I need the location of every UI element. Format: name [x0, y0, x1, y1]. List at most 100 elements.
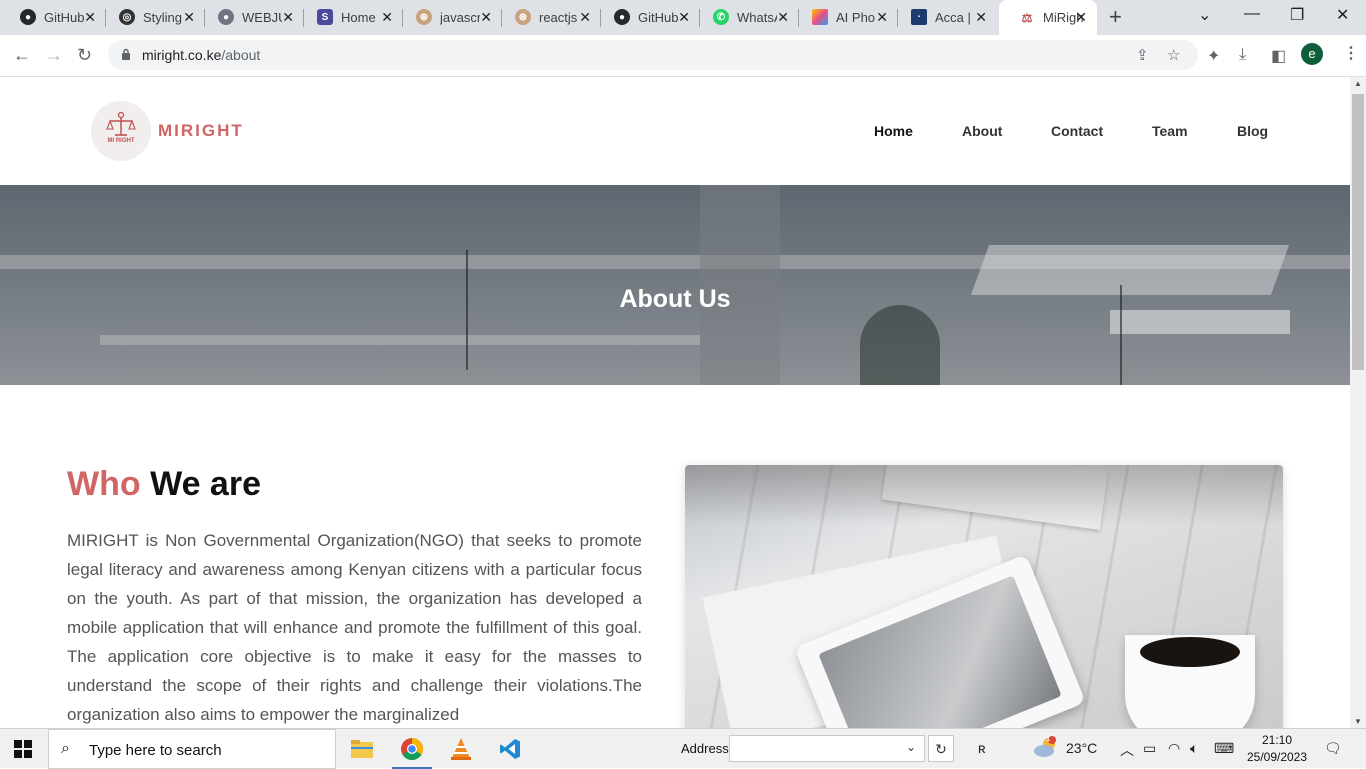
nav-home[interactable]: Home: [874, 123, 913, 139]
close-icon[interactable]: ✕: [1075, 9, 1087, 25]
url-host: miright.co.ke: [142, 47, 222, 63]
profile-avatar[interactable]: e: [1301, 43, 1323, 65]
site-logo[interactable]: MI RIGHT: [91, 101, 151, 161]
window-close-icon[interactable]: ✕: [1336, 5, 1349, 25]
close-icon[interactable]: ✕: [876, 9, 888, 25]
styling-icon: ◎: [119, 9, 135, 25]
notifications-icon[interactable]: 🗨︎: [1324, 740, 1342, 757]
windows-taskbar: ⌕ Type here to search Address ⌄ ↻ ʀ 1 23…: [0, 728, 1366, 769]
weather-temp[interactable]: 23°C: [1066, 740, 1097, 756]
logo-caption: MI RIGHT: [107, 138, 135, 144]
tab-title: Acca |: [935, 9, 971, 25]
chevron-down-icon[interactable]: ⌄: [906, 740, 916, 754]
address-bar[interactable]: miright.co.ke/about ⇪ ☆: [108, 40, 1198, 70]
stack-icon: ⊛: [515, 9, 531, 25]
tab-1[interactable]: ◎ Styling ✕: [99, 0, 205, 34]
nav-about[interactable]: About: [962, 123, 1002, 139]
browser-toolbar: ← → ↻ miright.co.ke/about ⇪ ☆ ✦ ⤓ ◧ e ⋮: [0, 35, 1366, 77]
close-icon[interactable]: ✕: [282, 9, 294, 25]
volume-icon[interactable]: 🔈︎: [1190, 740, 1198, 757]
site-header: MI RIGHT MIRIGHT Home About Contact Team…: [0, 77, 1350, 185]
scroll-down-icon[interactable]: ▼: [1354, 717, 1362, 726]
tab-title: Home: [341, 9, 376, 25]
address-toolbar-label: Address: [681, 741, 729, 756]
folder-icon: [351, 740, 373, 758]
scroll-up-icon[interactable]: ▲: [1354, 79, 1362, 88]
tab-3[interactable]: S Home ✕: [297, 0, 403, 34]
forward-icon[interactable]: →: [45, 45, 63, 65]
brand-name[interactable]: MIRIGHT: [158, 121, 244, 141]
tab-5[interactable]: ⊛ reactjs ✕: [495, 0, 601, 34]
github-icon: ●: [20, 9, 36, 25]
side-panel-icon[interactable]: ◧: [1271, 46, 1286, 66]
menu-icon[interactable]: ⋮: [1343, 43, 1359, 63]
keyboard-icon[interactable]: ⌨: [1214, 740, 1234, 757]
tab-9[interactable]: ▪ Acca | ✕: [891, 0, 997, 34]
download-icon[interactable]: ⤓: [1239, 46, 1246, 64]
close-icon[interactable]: ✕: [84, 9, 96, 25]
chrome-app[interactable]: [388, 729, 436, 769]
bookmark-star-icon[interactable]: ☆: [1167, 46, 1180, 64]
chevron-up-icon[interactable]: ︿: [1120, 740, 1134, 760]
lock-icon: [122, 48, 130, 60]
nav-team[interactable]: Team: [1152, 123, 1188, 139]
s-icon: S: [317, 9, 333, 25]
address-toolbar-input[interactable]: ⌄: [729, 735, 925, 762]
close-icon[interactable]: ✕: [579, 9, 591, 25]
file-explorer-app[interactable]: [338, 729, 386, 769]
tab-2[interactable]: ● WEBJU ✕: [198, 0, 304, 34]
close-icon[interactable]: ✕: [480, 9, 492, 25]
share-icon[interactable]: ⇪: [1136, 46, 1149, 64]
close-icon[interactable]: ✕: [183, 9, 195, 25]
nav-contact[interactable]: Contact: [1051, 123, 1103, 139]
minimize-icon[interactable]: —: [1244, 5, 1260, 23]
github-icon: ●: [614, 9, 630, 25]
nav-blog[interactable]: Blog: [1237, 123, 1268, 139]
address-go-button[interactable]: ↻: [928, 735, 954, 762]
github-icon: ●: [218, 9, 234, 25]
tab-8[interactable]: AI Pho ✕: [792, 0, 898, 34]
reload-icon[interactable]: ↻: [77, 45, 92, 65]
people-icon[interactable]: ʀ: [978, 740, 986, 756]
tab-title: GitHub: [638, 9, 678, 25]
about-photo: [685, 465, 1283, 728]
vlc-app[interactable]: [437, 729, 485, 769]
tab-title: Styling: [143, 9, 183, 25]
taskbar-search[interactable]: ⌕ Type here to search: [48, 729, 336, 769]
close-icon[interactable]: ✕: [777, 9, 789, 25]
whatsapp-icon: ✆: [713, 9, 729, 25]
vlc-icon: [451, 738, 471, 760]
heading-rest: We are: [150, 465, 261, 503]
tab-4[interactable]: ⊛ javascr ✕: [396, 0, 502, 34]
weather-badge: 1: [1046, 734, 1051, 743]
scrollbar-thumb[interactable]: [1352, 94, 1364, 370]
vscode-icon: [500, 739, 520, 759]
close-icon[interactable]: ✕: [381, 9, 393, 25]
tab-7[interactable]: ✆ WhatsA ✕: [693, 0, 799, 34]
system-clock[interactable]: 21:10 25/09/2023: [1246, 732, 1308, 766]
stack-icon: ⊛: [416, 9, 432, 25]
windows-start-icon[interactable]: [14, 740, 32, 758]
maximize-icon[interactable]: ❐: [1290, 5, 1304, 25]
wifi-icon[interactable]: ◠: [1168, 740, 1180, 757]
clock-date: 25/09/2023: [1246, 750, 1308, 764]
tab-strip: ● GitHub ✕ ◎ Styling ✕ ● WEBJU ✕ S Home …: [0, 0, 1366, 35]
tab-search-icon[interactable]: ⌄: [1198, 5, 1211, 25]
miright-icon: ⚖: [1021, 10, 1033, 25]
battery-icon[interactable]: ▭: [1143, 740, 1156, 757]
tab-10-active[interactable]: ⚖ MiRigh ✕: [999, 0, 1097, 35]
vscode-app[interactable]: [486, 729, 534, 769]
tab-6[interactable]: ● GitHub ✕: [594, 0, 700, 34]
tab-title: javascr: [440, 9, 480, 25]
close-icon[interactable]: ✕: [975, 9, 987, 25]
close-icon[interactable]: ✕: [678, 9, 690, 25]
tab-title: WEBJU: [242, 9, 282, 25]
search-placeholder: Type here to search: [89, 742, 222, 759]
extensions-icon[interactable]: ✦: [1207, 46, 1220, 66]
back-icon[interactable]: ←: [13, 45, 31, 65]
scales-icon: [106, 111, 136, 136]
section-heading: Who We are: [67, 465, 261, 504]
page-scrollbar[interactable]: ▲ ▼: [1350, 77, 1366, 728]
new-tab-icon[interactable]: +: [1109, 6, 1122, 28]
tab-0[interactable]: ● GitHub ✕: [0, 0, 106, 34]
